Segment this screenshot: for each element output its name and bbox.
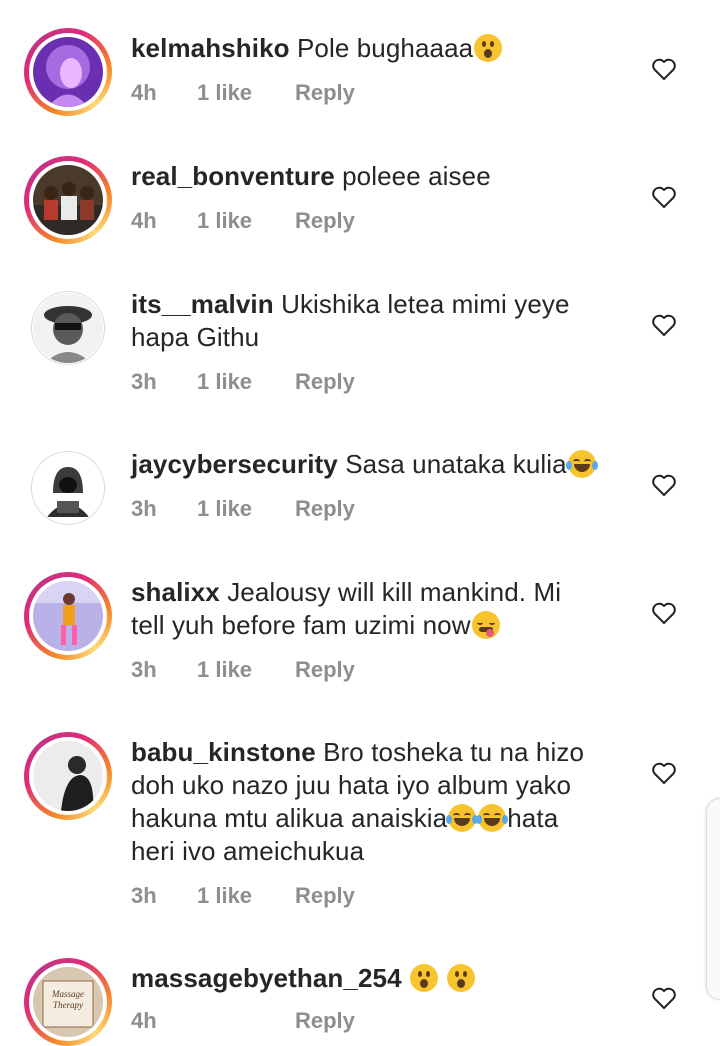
- avatar[interactable]: [33, 741, 103, 811]
- avatar-frame[interactable]: [31, 291, 105, 365]
- comment-likes[interactable]: 1 like: [197, 80, 252, 106]
- avatar[interactable]: [33, 453, 103, 523]
- astonished-emoji-icon: [447, 964, 476, 992]
- drooling-emoji-icon: [471, 611, 500, 639]
- avatar[interactable]: Massage Therapy: [33, 967, 103, 1037]
- reply-button[interactable]: Reply: [295, 208, 355, 234]
- astonished-emoji-icon: [474, 34, 503, 62]
- comment-body: poleee aisee: [342, 161, 491, 191]
- comment-likes[interactable]: 1 like: [197, 369, 252, 395]
- tears-of-joy-emoji-icon: [565, 450, 598, 478]
- comment-time: 4h: [131, 80, 157, 105]
- comment-likes[interactable]: 1 like: [197, 657, 252, 683]
- floating-side-panel-handle[interactable]: [706, 798, 720, 1000]
- heart-outline-icon[interactable]: [651, 986, 677, 1010]
- avatar[interactable]: [33, 37, 103, 107]
- comment-text: kelmahshiko Pole bughaaaa: [131, 32, 601, 65]
- comment-username[interactable]: massagebyethan_254: [131, 963, 402, 993]
- comment-text: babu_kinstone Bro tosheka tu na hizo doh…: [131, 736, 601, 868]
- comment-username[interactable]: shalixx: [131, 577, 220, 607]
- reply-button[interactable]: Reply: [295, 80, 355, 106]
- astonished-emoji-icon: [409, 964, 438, 992]
- heart-outline-icon[interactable]: [651, 185, 677, 209]
- comment-body: Pole bughaaaa: [296, 33, 474, 63]
- heart-outline-icon[interactable]: [651, 473, 677, 497]
- comment-likes[interactable]: 1 like: [197, 496, 252, 522]
- heart-outline-icon[interactable]: [651, 57, 677, 81]
- reply-button[interactable]: Reply: [295, 657, 355, 683]
- comment-time: 3h: [131, 883, 157, 908]
- comment-text: its__malvin Ukishika letea mimi yeye hap…: [131, 288, 601, 354]
- comment-time: 3h: [131, 369, 157, 394]
- comment-text: jaycybersecurity Sasa unataka kulia: [131, 448, 601, 481]
- reply-button[interactable]: Reply: [295, 496, 355, 522]
- avatar-story-ring[interactable]: [24, 572, 112, 660]
- comment-username[interactable]: real_bonventure: [131, 161, 335, 191]
- avatar[interactable]: [33, 293, 103, 363]
- comment-username[interactable]: kelmahshiko: [131, 33, 290, 63]
- avatar-frame[interactable]: [31, 451, 105, 525]
- comment-username[interactable]: jaycybersecurity: [131, 449, 338, 479]
- comment-body: Sasa unataka kulia: [345, 449, 567, 479]
- avatar-story-ring[interactable]: [24, 732, 112, 820]
- comment-text: massagebyethan_254: [131, 962, 601, 995]
- comment-username[interactable]: its__malvin: [131, 289, 274, 319]
- reply-button[interactable]: Reply: [295, 1008, 355, 1034]
- avatar-logo-text: Massage: [51, 989, 84, 999]
- avatar-story-ring[interactable]: Massage Therapy: [24, 958, 112, 1046]
- comment-text: real_bonventure poleee aisee: [131, 160, 601, 193]
- tears-of-joy-emoji-icon: [476, 804, 509, 832]
- heart-outline-icon[interactable]: [651, 601, 677, 625]
- comment-time: 3h: [131, 657, 157, 682]
- svg-text:Therapy: Therapy: [53, 1000, 83, 1010]
- comment-time: 4h: [131, 208, 157, 233]
- reply-button[interactable]: Reply: [295, 883, 355, 909]
- heart-outline-icon[interactable]: [651, 313, 677, 337]
- tears-of-joy-emoji-icon: [446, 804, 479, 832]
- comment-likes[interactable]: 1 like: [197, 883, 252, 909]
- comment-time: 4h: [131, 1008, 157, 1033]
- avatar[interactable]: [33, 581, 103, 651]
- comment-username[interactable]: babu_kinstone: [131, 737, 316, 767]
- comment-likes[interactable]: 1 like: [197, 208, 252, 234]
- heart-outline-icon[interactable]: [651, 761, 677, 785]
- comment-text: shalixx Jealousy will kill mankind. Mi t…: [131, 576, 601, 642]
- avatar[interactable]: [33, 165, 103, 235]
- comment-time: 3h: [131, 496, 157, 521]
- avatar-story-ring[interactable]: [24, 28, 112, 116]
- reply-button[interactable]: Reply: [295, 369, 355, 395]
- avatar-story-ring[interactable]: [24, 156, 112, 244]
